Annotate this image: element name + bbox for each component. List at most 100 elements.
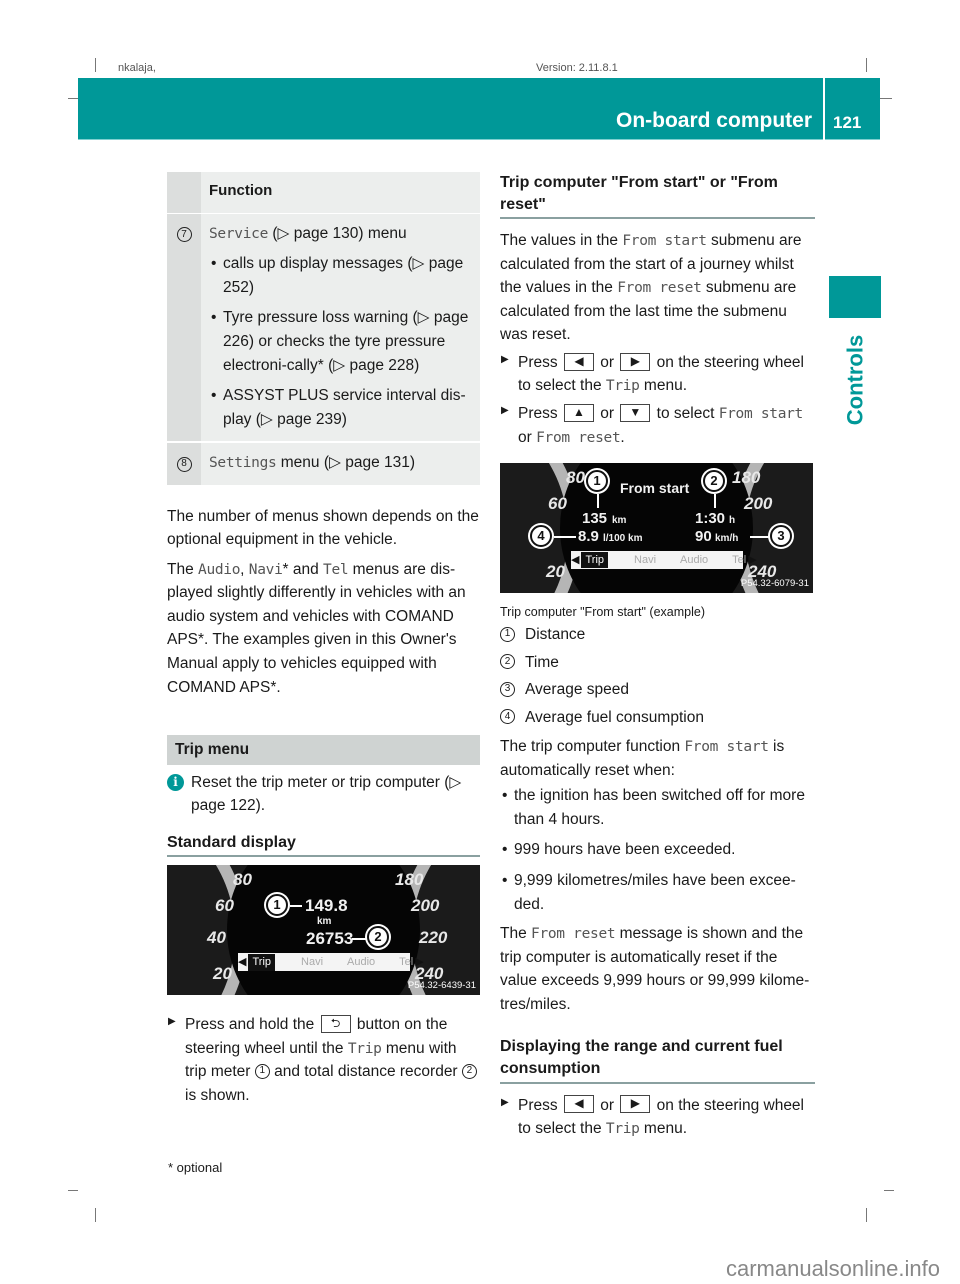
distance-unit: km [612, 515, 627, 527]
callout-number: 7 [176, 227, 192, 243]
left-arrow-key-icon: ◀ [563, 352, 594, 371]
figure-ref-code: P54.32-6079-31 [740, 577, 809, 589]
function-table: Function 7 Service (▷ page 130) menu cal… [167, 172, 480, 485]
menu-tab-navi: Navi [301, 955, 324, 968]
table-header: Function [209, 182, 273, 199]
side-tab-marker [829, 276, 881, 318]
speed-tick: 80 [233, 870, 252, 890]
callout-1: 1 [586, 470, 608, 493]
menu-name: Service [209, 225, 269, 242]
crop-mark [68, 1190, 78, 1191]
cluster-menu-bar: ◀ Trip Navi Audio Tel ▶ [571, 551, 757, 570]
info-text: Reset the trip meter or trip computer (▷… [191, 773, 462, 815]
time-unit: h [729, 515, 736, 527]
speed-tick: 200 [411, 896, 440, 916]
menu-tab-tel: Tel [732, 553, 747, 566]
bullet-item: ASSYST PLUS service interval dis-play (▷… [209, 384, 472, 431]
crop-mark [878, 98, 892, 99]
cluster-menu-bar: ◀ Trip Navi Audio Tel ▶ [238, 953, 424, 972]
back-button-icon: ⮌ [320, 1015, 351, 1034]
crop-mark [95, 58, 96, 72]
callout-number: 8 [176, 456, 192, 472]
paragraph: The values in the From start submenu are… [500, 232, 802, 344]
heading-from-start-reset: Trip computer "From start" or "From rese… [500, 172, 815, 220]
crop-mark [866, 1208, 867, 1222]
right-column: Trip computer "From start" or "From rese… [500, 172, 815, 1141]
speed-tick: 200 [744, 494, 773, 514]
section-heading-trip-menu: Trip menu [167, 735, 480, 765]
crop-mark [95, 1208, 96, 1222]
page-number: 121 [833, 113, 862, 132]
distance-value: 135 [582, 510, 608, 528]
footnote: * optional [168, 1160, 223, 1175]
callout-ref: 1 [254, 1063, 270, 1079]
right-arrow-key-icon: ▶ [620, 1095, 651, 1114]
print-slug-left: nkalaja, [118, 62, 156, 74]
fuel-unit: l/100 km [603, 533, 643, 545]
section-title: On-board computer [615, 109, 812, 132]
fuel-consumption-value: 8.9 [578, 528, 599, 546]
left-arrow-key-icon: ◀ [563, 1095, 594, 1114]
speed-tick: 220 [419, 928, 448, 948]
table-num-header [167, 172, 201, 214]
menu-tab-tel: Tel [399, 955, 414, 968]
instrument-display-from-start: 80 60 20 180 200 240 From start 1 2 135 … [500, 463, 813, 594]
paragraph: The number of menus shown depends on the… [167, 507, 479, 549]
header-divider [823, 78, 825, 140]
instruction-step: Press and hold the ⮌ button on the steer… [167, 1013, 480, 1107]
subheading-standard-display: Standard display [167, 832, 480, 858]
trip-meter-value: 149.8 [305, 896, 348, 916]
watermark: carmanualsonline.info [725, 1256, 940, 1281]
crop-mark [866, 58, 867, 72]
legend-item: 2 Time [500, 651, 815, 675]
paragraph: The trip computer function From start is… [500, 738, 785, 779]
display-title: From start [620, 480, 690, 497]
heading-range-consumption: Displaying the range and current fuel co… [500, 1036, 815, 1084]
average-speed-value: 90 [695, 528, 712, 546]
instruction-step: Press ▲ or ▼ to select From start or Fro… [500, 402, 815, 449]
time-value: 1:30 [695, 510, 726, 528]
page-ref[interactable]: (▷ page 130) menu [272, 225, 406, 242]
bullet-item: 999 hours have been exceeded. [500, 838, 815, 862]
bullet-item: the ignition has been switched off for m… [500, 784, 815, 831]
info-note: i Reset the trip meter or trip computer … [167, 771, 480, 818]
callout-ref: 2 [461, 1063, 477, 1079]
menu-tab-trip: Trip [248, 953, 276, 971]
speed-tick: 20 [213, 964, 232, 984]
info-icon: i [167, 773, 184, 791]
speed-tick: 40 [207, 928, 226, 948]
callout-2: 2 [703, 470, 725, 493]
menu-tab-navi: Navi [634, 553, 657, 566]
speed-tick: 180 [395, 870, 424, 890]
instruction-step: Press ◀ or ▶ on the steering wheel to se… [500, 351, 815, 398]
speed-tick: 60 [215, 896, 234, 916]
unit-label: km [317, 916, 332, 928]
menu-tab-audio: Audio [680, 553, 709, 566]
speed-tick: 60 [548, 494, 567, 514]
table-row: 7 Service (▷ page 130) menu calls up dis… [167, 212, 480, 443]
print-slug-right: Version: 2.11.8.1 [536, 62, 618, 74]
instruction-step: Press ◀ or ▶ on the steering wheel to se… [500, 1094, 815, 1141]
callout-3: 3 [770, 525, 792, 548]
speed-tick: 180 [732, 468, 761, 488]
speed-tick: 20 [546, 562, 565, 582]
instrument-display-standard: 80 60 40 20 180 200 220 240 1 149.8 km 2… [167, 865, 480, 996]
legend-item: 4 Average fuel consumption [500, 706, 815, 730]
side-tab-label: Controls [842, 334, 868, 426]
up-arrow-key-icon: ▲ [563, 403, 594, 422]
paragraph: The From reset message is shown and the … [500, 925, 810, 1013]
bullet-item: calls up display messages (▷ page 252) [209, 252, 472, 299]
callout-4: 4 [530, 525, 552, 548]
bullet-item: 9,999 kilometres/miles have been excee-d… [500, 869, 815, 916]
page-ref[interactable]: menu (▷ page 131) [281, 454, 415, 471]
crop-mark [884, 1190, 894, 1191]
speed-tick: 80 [566, 468, 585, 488]
menu-tab-audio: Audio [347, 955, 376, 968]
legend-item: 3 Average speed [500, 678, 815, 702]
right-arrow-key-icon: ▶ [620, 352, 651, 371]
figure-ref-code: P54.32-6439-31 [407, 979, 476, 991]
speed-unit: km/h [715, 533, 739, 545]
menu-tab-trip: Trip [581, 551, 609, 569]
table-row: 8 Settings menu (▷ page 131) [167, 441, 480, 485]
legend-item: 1 Distance [500, 623, 815, 647]
